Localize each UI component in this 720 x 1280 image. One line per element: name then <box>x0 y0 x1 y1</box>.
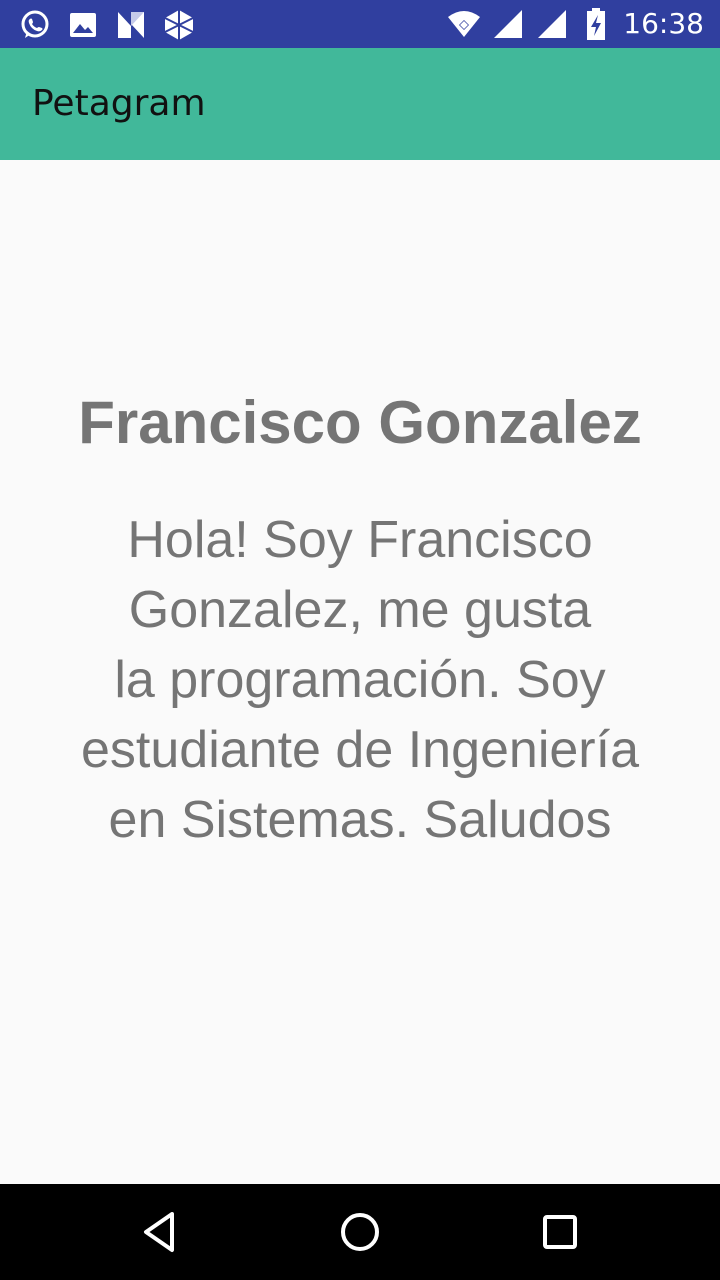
profile-bio: Hola! Soy Francisco Gonzalez, me gusta l… <box>30 505 690 855</box>
navigation-bar <box>0 1184 720 1280</box>
back-icon <box>144 1212 174 1252</box>
profile-name: Francisco Gonzalez <box>78 389 642 456</box>
recents-button[interactable] <box>536 1208 584 1256</box>
n-app-icon <box>114 8 148 42</box>
status-bar: 16:38 <box>0 0 720 48</box>
whatsapp-icon <box>18 8 52 42</box>
bio-line: Hola! Soy Francisco <box>127 511 593 569</box>
bio-line: estudiante de Ingeniería <box>81 721 639 779</box>
signal-icon <box>491 7 525 41</box>
clock: 16:38 <box>623 7 704 40</box>
bio-line: en Sistemas. Saludos <box>108 791 612 849</box>
app-bar: Petagram <box>0 48 720 160</box>
app-title: Petagram <box>32 83 206 124</box>
bio-line: Gonzalez, me gusta <box>128 581 592 639</box>
screen: 16:38 Petagram Francisco Gonzalez Hola! … <box>0 0 720 1280</box>
system-status: 16:38 <box>447 6 704 42</box>
bio-line: la programación. Soy <box>114 651 606 709</box>
signal-icon <box>535 7 569 41</box>
wifi-icon <box>447 7 481 41</box>
back-button[interactable] <box>136 1208 184 1256</box>
notification-icons <box>18 8 196 42</box>
home-button[interactable] <box>336 1208 384 1256</box>
home-icon <box>341 1213 379 1251</box>
gallery-icon <box>66 8 100 42</box>
profile-content: Francisco Gonzalez Hola! Soy Francisco G… <box>0 160 720 1184</box>
battery-charging-icon <box>579 7 613 41</box>
recents-icon <box>543 1215 577 1249</box>
dropbox-icon <box>162 8 196 42</box>
